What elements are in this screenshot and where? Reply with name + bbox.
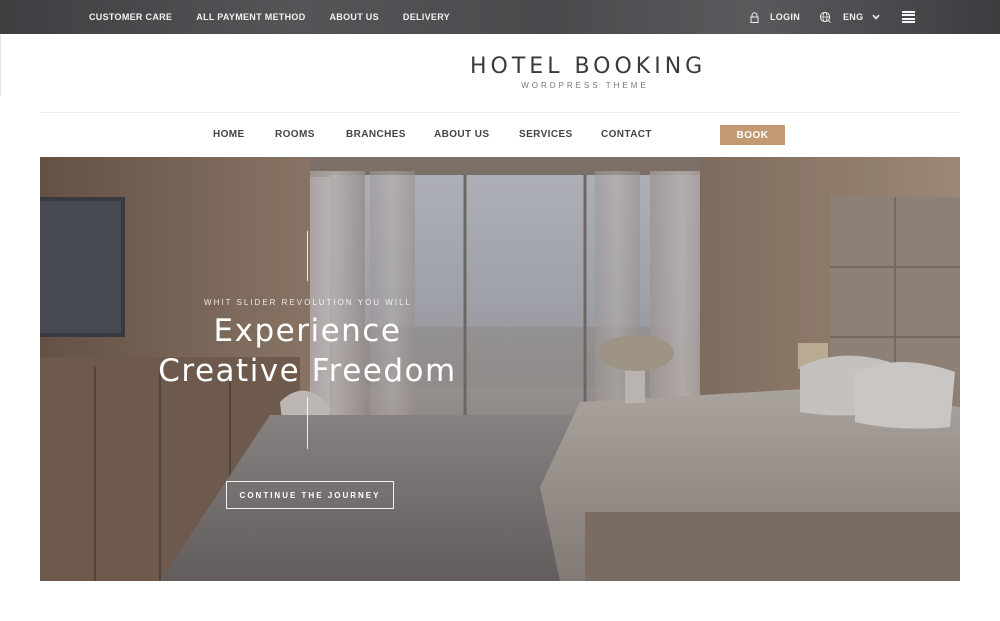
header-edge: [0, 34, 1, 96]
top-link-delivery[interactable]: DELIVERY: [403, 12, 450, 22]
hero-headline: Experience Creative Freedom: [130, 311, 485, 391]
hero-divider-top: [307, 231, 308, 281]
hero-divider-bottom: [307, 397, 308, 449]
login-label: LOGIN: [770, 12, 800, 22]
globe-icon: [819, 11, 831, 23]
nav-item-about-us[interactable]: ABOUT US: [434, 129, 489, 140]
top-bar: CUSTOMER CARE ALL PAYMENT METHOD ABOUT U…: [0, 0, 1000, 34]
main-nav: HOME ROOMS BRANCHES ABOUT US SERVICES CO…: [0, 114, 1000, 157]
hamburger-menu-icon[interactable]: [902, 11, 915, 23]
hero-headline-line2: Creative Freedom: [158, 353, 457, 389]
nav-item-rooms[interactable]: ROOMS: [275, 129, 315, 140]
top-link-about-us[interactable]: ABOUT US: [330, 12, 379, 22]
lock-icon: [750, 11, 759, 23]
language-value: ENG: [843, 12, 864, 22]
menu-bar: [902, 20, 915, 23]
site-header: HOTEL BOOKING WORDPRESS THEME: [0, 34, 1000, 114]
header-divider: [40, 112, 960, 113]
nav-item-contact[interactable]: CONTACT: [601, 129, 652, 140]
login-link[interactable]: LOGIN: [750, 0, 800, 34]
nav-item-home[interactable]: HOME: [213, 129, 245, 140]
language-selector[interactable]: ENG: [819, 0, 880, 34]
hero-headline-line1: Experience: [213, 313, 402, 349]
hero-slider: WHIT SLIDER REVOLUTION YOU WILL Experien…: [40, 157, 960, 581]
logo-subtitle: WORDPRESS THEME: [521, 81, 649, 90]
menu-bar: [902, 17, 915, 20]
site-logo[interactable]: HOTEL BOOKING WORDPRESS THEME: [470, 54, 707, 90]
top-link-payment-method[interactable]: ALL PAYMENT METHOD: [196, 12, 305, 22]
nav-item-branches[interactable]: BRANCHES: [346, 129, 406, 140]
book-button[interactable]: BOOK: [720, 125, 785, 145]
continue-journey-button[interactable]: CONTINUE THE JOURNEY: [226, 481, 394, 509]
logo-title: HOTEL BOOKING: [470, 54, 707, 79]
top-link-customer-care[interactable]: CUSTOMER CARE: [89, 12, 172, 22]
chevron-down-icon: [872, 14, 880, 20]
menu-bar: [902, 14, 915, 17]
top-links: CUSTOMER CARE ALL PAYMENT METHOD ABOUT U…: [89, 0, 474, 34]
nav-item-services[interactable]: SERVICES: [519, 129, 573, 140]
menu-bar: [902, 11, 915, 13]
hero-kicker: WHIT SLIDER REVOLUTION YOU WILL: [204, 298, 412, 307]
